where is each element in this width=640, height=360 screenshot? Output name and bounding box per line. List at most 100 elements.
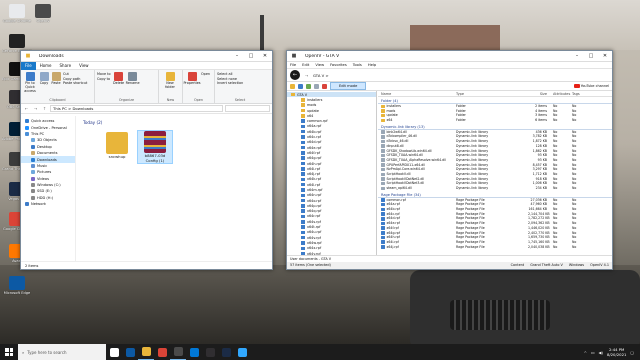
- openiv-window[interactable]: ■ OpenIV - GTA V – □ ✕ File Edit View Favor…: [286, 50, 613, 270]
- close-button[interactable]: ✕: [258, 51, 272, 62]
- forward-arrow-icon[interactable]: →: [303, 72, 310, 79]
- tab-file[interactable]: File: [21, 61, 36, 70]
- menu-tools[interactable]: Tools: [350, 63, 365, 67]
- taskbar-app-chrome[interactable]: [154, 344, 170, 360]
- chevron-up-icon[interactable]: ^: [584, 350, 587, 355]
- menu-file[interactable]: File: [287, 63, 299, 67]
- replace-icon[interactable]: [314, 83, 319, 89]
- network-icon: [25, 202, 29, 207]
- openiv-path[interactable]: GTA V >: [313, 73, 609, 78]
- nav-item-label: HDD (H:): [37, 195, 54, 200]
- col-tags[interactable]: Tags: [572, 91, 592, 96]
- file-item-archive[interactable]: b8867-03d Config (1): [137, 130, 173, 164]
- menu-edit[interactable]: Edit: [299, 63, 312, 67]
- nav-item-label: Videos: [37, 176, 49, 181]
- status-platform[interactable]: Windows: [569, 263, 584, 267]
- ssd-e-icon: [31, 189, 35, 194]
- minimize-button[interactable]: –: [570, 51, 584, 62]
- taskbar-app-explorer[interactable]: [138, 344, 154, 360]
- file-explorer-window[interactable]: ■ Downloads – □ ✕ File Home Share View P…: [20, 50, 273, 270]
- notifications-icon[interactable]: ▢: [630, 350, 634, 355]
- youtube-channel-link[interactable]: YouTube channel: [573, 84, 609, 88]
- row-name: steam_api64.dll: [386, 186, 412, 190]
- folder-icon: [381, 113, 385, 118]
- status-game[interactable]: Grand Theft Auto V: [530, 263, 563, 267]
- tab-share[interactable]: Share: [56, 62, 76, 70]
- pin-icon: [25, 72, 35, 81]
- col-name[interactable]: Name: [378, 91, 456, 96]
- maximize-button[interactable]: □: [244, 51, 258, 62]
- dll-icon: [381, 135, 385, 139]
- clock[interactable]: 2:44 PM 8/20/2021: [607, 347, 626, 357]
- start-button[interactable]: [0, 344, 18, 360]
- taskbar-app-task-view[interactable]: [106, 344, 122, 360]
- pin-quick-access-button[interactable]: Pin to Quick access: [23, 72, 37, 93]
- back-arrow-icon[interactable]: ←: [23, 105, 30, 112]
- invert-selection-button[interactable]: Invert selection: [217, 81, 263, 86]
- table-row[interactable]: x64j.rpf Rage Package File 2,040,038 KB No N…: [378, 245, 612, 250]
- desktop-icon-microsoft-edge[interactable]: Microsoft Edge: [2, 276, 32, 295]
- minimize-button[interactable]: –: [230, 51, 244, 62]
- cell-size: 234 KB: [535, 186, 547, 190]
- taskbar-app-store[interactable]: [186, 344, 202, 360]
- new-folder-icon[interactable]: [290, 83, 295, 89]
- col-size[interactable]: Size: [528, 91, 550, 96]
- maximize-button[interactable]: □: [584, 51, 598, 62]
- tab-home[interactable]: Home: [36, 62, 56, 70]
- table-row[interactable]: steam_api64.dll Dynamic-link library 234 K…: [378, 186, 612, 191]
- paste-shortcut-button[interactable]: Paste shortcut: [63, 81, 87, 86]
- tab-view[interactable]: View: [75, 62, 93, 70]
- delete-button[interactable]: Delete: [113, 72, 125, 86]
- rpf-icon: [301, 225, 305, 229]
- taskbar-search[interactable]: ⌕ Type here to search: [18, 344, 106, 360]
- new-folder-button[interactable]: New folder: [161, 72, 179, 90]
- nav-item-network[interactable]: Network: [21, 201, 75, 207]
- clipboard-group-label: Clipboard: [49, 98, 66, 102]
- up-arrow-icon[interactable]: ↑: [41, 105, 48, 112]
- status-content[interactable]: Content: [511, 263, 525, 267]
- add-icon[interactable]: [306, 83, 311, 89]
- menu-view[interactable]: View: [312, 63, 327, 67]
- rpf-icon: [301, 156, 305, 160]
- rename-button[interactable]: Rename: [126, 72, 140, 86]
- volume-icon[interactable]: ◀): [599, 350, 603, 355]
- network-icon[interactable]: ▭: [591, 350, 595, 355]
- group-header-today[interactable]: Today (2): [77, 116, 272, 125]
- desktop-car-grille: [450, 300, 550, 330]
- explorer-titlebar[interactable]: ■ Downloads – □ ✕: [21, 51, 272, 62]
- col-type[interactable]: Type: [456, 91, 528, 96]
- delete-icon[interactable]: [322, 83, 327, 89]
- status-bottom: 57 items (One selected) Content Grand Th…: [287, 262, 612, 269]
- delete-label: Delete: [113, 81, 125, 85]
- taskbar-app-obs[interactable]: [202, 344, 218, 360]
- close-button[interactable]: ✕: [598, 51, 612, 62]
- address-input[interactable]: This PC > Downloads: [50, 105, 223, 112]
- properties-button[interactable]: Properties: [183, 72, 201, 86]
- table-row[interactable]: x64 Folder 6 items No No: [378, 118, 612, 123]
- obs-icon: [205, 347, 215, 357]
- taskbar-app-edge[interactable]: [122, 344, 138, 360]
- back-arrow-icon[interactable]: ←: [290, 70, 300, 80]
- desktop-icon-openiv[interactable]: OpenIV: [28, 4, 58, 23]
- col-attributes[interactable]: Attributes: [550, 91, 572, 96]
- forward-arrow-icon[interactable]: →: [32, 105, 39, 112]
- tree-item-label: x64h.rpf: [307, 161, 322, 166]
- menu-favorites[interactable]: Favorites: [327, 63, 350, 67]
- file-item-folder[interactable]: sncwhup: [99, 132, 135, 159]
- tree-item-label: x64: [307, 113, 314, 118]
- copy-button[interactable]: Copy: [39, 72, 49, 93]
- import-icon[interactable]: [298, 83, 303, 89]
- menu-help[interactable]: Help: [365, 63, 379, 67]
- taskbar-app-vegas[interactable]: [218, 344, 234, 360]
- taskbar-app-photoshop[interactable]: [234, 344, 250, 360]
- openiv-titlebar[interactable]: ■ OpenIV - GTA V – □ ✕: [287, 51, 612, 62]
- dll-icon: [381, 139, 385, 144]
- desktop-icon: [31, 144, 35, 149]
- copy-to-button[interactable]: Copy to: [97, 77, 111, 82]
- edit-mode-button[interactable]: Edit mode: [330, 82, 367, 90]
- search-input[interactable]: [225, 105, 270, 112]
- taskbar-app-openiv[interactable]: [170, 344, 186, 360]
- open-button[interactable]: Open: [201, 72, 210, 86]
- paste-button[interactable]: Paste: [51, 72, 61, 93]
- tree-item-label: x64b.rpf: [307, 129, 322, 134]
